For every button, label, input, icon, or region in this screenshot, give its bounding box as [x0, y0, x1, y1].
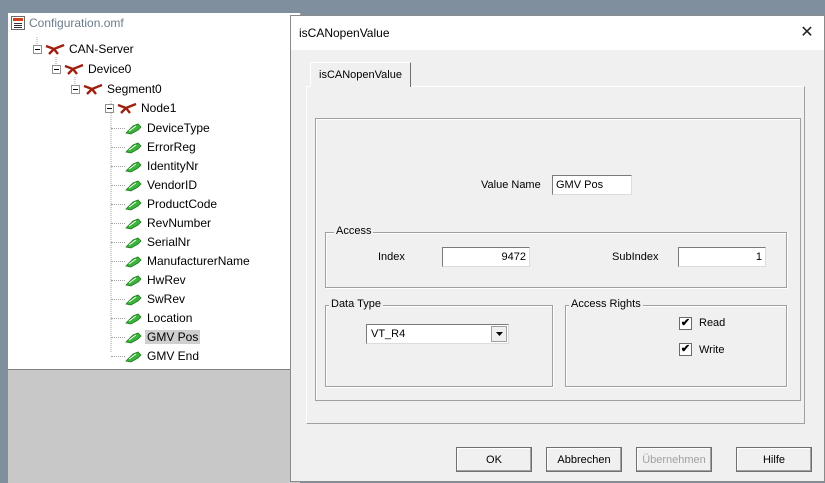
- value-leaf-icon: [125, 349, 143, 363]
- tree-leaf-label: HwRev: [147, 273, 186, 287]
- value-leaf-icon: [125, 121, 143, 135]
- tree-leaf[interactable]: GMV End: [111, 347, 200, 365]
- tree-leaf[interactable]: VendorID: [111, 176, 198, 194]
- tree-connector: [111, 242, 125, 243]
- tree-leaf-label: VendorID: [147, 178, 198, 192]
- tree-node-device0[interactable]: Device0: [52, 60, 131, 78]
- tree-connector: [111, 337, 125, 338]
- tree-connector: [111, 147, 125, 148]
- value-leaf-icon: [125, 273, 143, 287]
- tree-connector: [111, 280, 125, 281]
- tree-leaf[interactable]: ErrorReg: [111, 138, 196, 156]
- tree-node-segment0[interactable]: Segment0: [71, 80, 162, 98]
- tree-connector: [111, 261, 125, 262]
- tree-leaf[interactable]: Location: [111, 309, 193, 327]
- tree-leaf-label: RevNumber: [147, 216, 212, 230]
- document-icon: [11, 16, 25, 30]
- value-leaf-icon: [125, 197, 143, 211]
- write-label: Write: [699, 344, 725, 356]
- tree-window: Configuration.omf CAN-Server Device0 Seg…: [8, 13, 301, 369]
- help-button[interactable]: Hilfe: [736, 447, 812, 472]
- tree-leaf[interactable]: IdentityNr: [111, 157, 199, 175]
- access-rights-group-title: Access Rights: [569, 298, 643, 310]
- tree-connector: [111, 166, 125, 167]
- tree-connector: [111, 299, 125, 300]
- collapse-icon[interactable]: [105, 103, 114, 113]
- tree-leaf[interactable]: DeviceType: [111, 119, 210, 137]
- apply-button[interactable]: Übernehmen: [636, 447, 712, 472]
- data-type-group-title: Data Type: [329, 298, 383, 310]
- data-type-group: Data Type: [325, 298, 553, 387]
- tree-leaf-label: Location: [147, 311, 193, 325]
- checkmark-icon: ✔: [680, 317, 691, 329]
- tree-leaf[interactable]: ProductCode: [111, 195, 218, 213]
- tree-leaf[interactable]: HwRev: [111, 271, 186, 289]
- index-label: Index: [378, 251, 405, 263]
- tab-iscanopenvalue[interactable]: isCANopenValue: [310, 62, 411, 87]
- cancel-button[interactable]: Abbrechen: [546, 447, 622, 472]
- tree-root[interactable]: Configuration.omf: [11, 14, 124, 32]
- tree-leaf-label: ProductCode: [147, 197, 218, 211]
- read-label: Read: [699, 317, 726, 329]
- tree-connector: [111, 356, 125, 357]
- lower-panel: [8, 369, 300, 483]
- ok-button[interactable]: OK: [456, 447, 532, 472]
- tree-connector: [111, 204, 125, 205]
- tree-node-can-server[interactable]: CAN-Server: [33, 40, 134, 58]
- collapse-icon[interactable]: [33, 44, 42, 54]
- tree-connector: [111, 185, 125, 186]
- subindex-field[interactable]: 1: [678, 247, 766, 267]
- value-leaf-icon: [125, 311, 143, 325]
- value-leaf-icon: [125, 216, 143, 230]
- chevron-down-icon[interactable]: [491, 326, 507, 342]
- data-type-value: VT_R4: [371, 328, 406, 340]
- tree-root-label: Configuration.omf: [29, 16, 124, 30]
- collapse-icon[interactable]: [71, 84, 80, 94]
- tree-leaf-label: IdentityNr: [147, 159, 199, 173]
- data-type-select[interactable]: VT_R4: [366, 324, 509, 344]
- write-checkbox[interactable]: ✔: [679, 343, 692, 356]
- value-leaf-icon: [125, 235, 143, 249]
- value-leaf-icon: [125, 292, 143, 306]
- tree-leaf-label: SerialNr: [147, 235, 191, 249]
- collapse-icon[interactable]: [52, 64, 61, 74]
- tree-leaf-label: ErrorReg: [147, 140, 196, 154]
- index-field[interactable]: 9472: [442, 247, 530, 267]
- value-leaf-icon: [125, 140, 143, 154]
- access-rights-group: Access Rights: [565, 298, 787, 387]
- tree-connector: [111, 318, 125, 319]
- access-group-title: Access: [334, 225, 374, 237]
- subindex-label: SubIndex: [612, 251, 659, 263]
- value-name-field[interactable]: GMV Pos: [552, 175, 632, 195]
- network-node-icon: [64, 63, 84, 75]
- network-node-icon: [83, 83, 103, 95]
- tree-leaf[interactable]: GMV Pos: [111, 328, 201, 346]
- tree-leaf-label: ManufacturerName: [147, 254, 250, 268]
- dialog-content: isCANopenValue Value Name GMV Pos Access…: [290, 15, 825, 482]
- tree-connector: [111, 223, 125, 224]
- tree-leaf-label: GMV End: [147, 349, 200, 363]
- value-leaf-icon: [125, 254, 143, 268]
- tree-node-node1[interactable]: Node1: [105, 99, 176, 117]
- tree-leaf[interactable]: SerialNr: [111, 233, 191, 251]
- tree-leaf[interactable]: RevNumber: [111, 214, 212, 232]
- value-leaf-icon: [125, 159, 143, 173]
- tree-connector: [111, 128, 125, 129]
- tree-leaf-label: SwRev: [147, 292, 186, 306]
- value-leaf-icon: [125, 330, 143, 344]
- network-node-icon: [45, 43, 65, 55]
- tree-leaf-label: DeviceType: [147, 121, 210, 135]
- network-node-icon: [117, 102, 137, 114]
- read-checkbox[interactable]: ✔: [679, 317, 692, 330]
- tree-leaf[interactable]: ManufacturerName: [111, 252, 250, 270]
- tree-leaf-label: GMV Pos: [145, 330, 201, 344]
- checkmark-icon: ✔: [680, 343, 691, 355]
- value-name-label: Value Name: [481, 179, 541, 191]
- value-leaf-icon: [125, 178, 143, 192]
- tree-leaf[interactable]: SwRev: [111, 290, 186, 308]
